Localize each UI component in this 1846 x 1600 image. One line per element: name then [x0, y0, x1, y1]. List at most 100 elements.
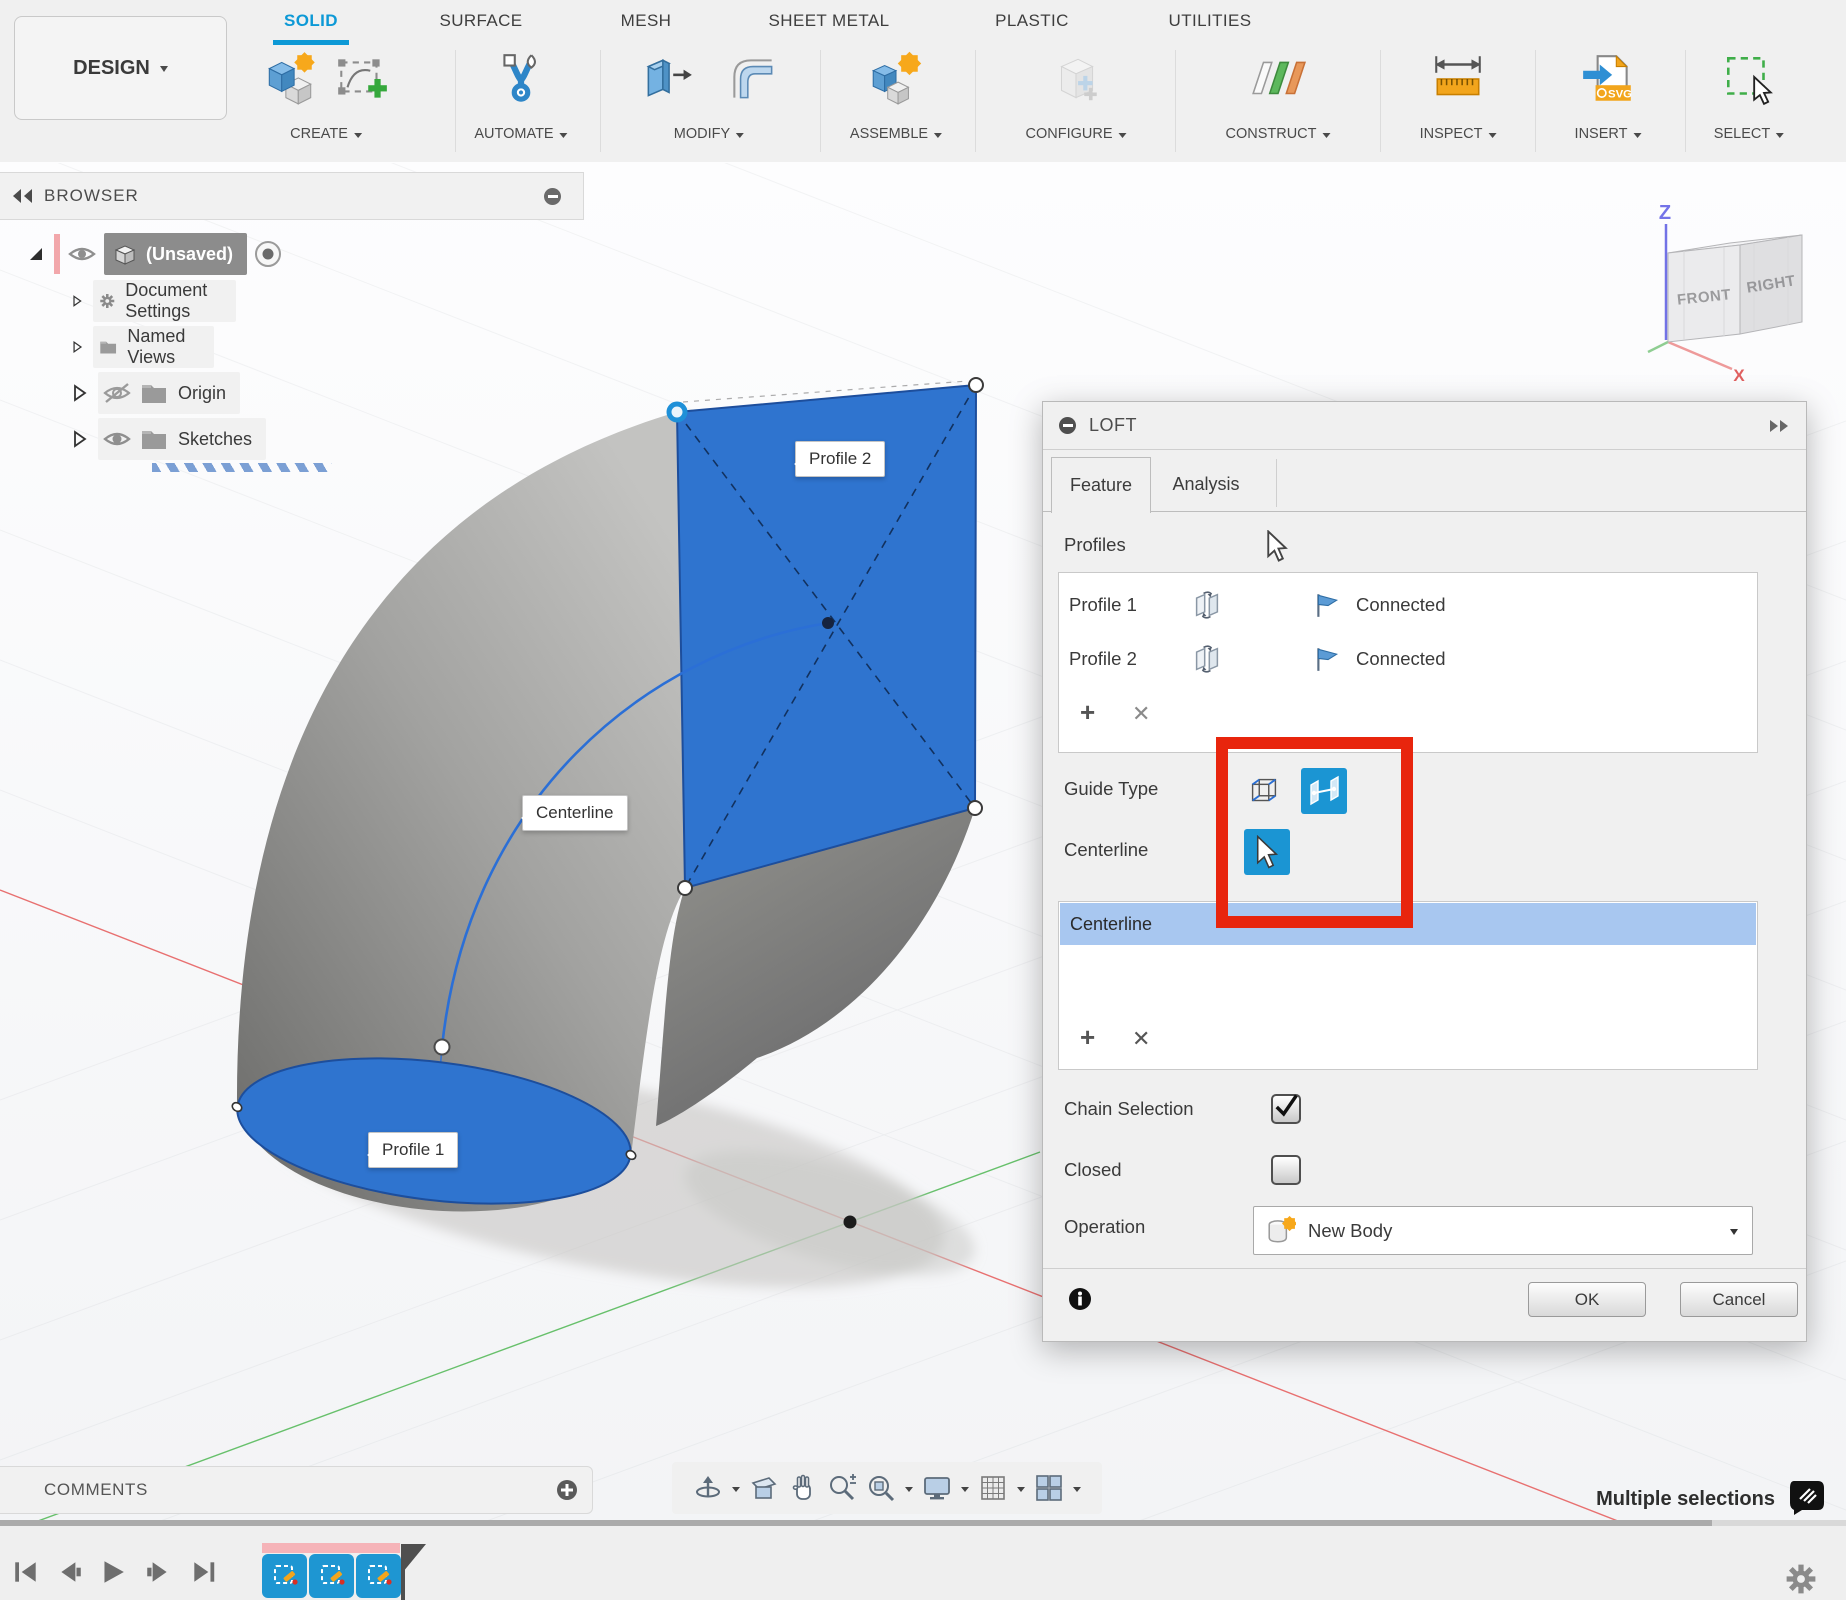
step-forward-button[interactable] — [144, 1558, 172, 1586]
chevron-down-icon — [1730, 1229, 1738, 1239]
chevron-down-icon[interactable] — [1073, 1487, 1081, 1496]
browser-item-sketches[interactable]: Sketches — [72, 418, 266, 460]
visibility-eye-icon[interactable] — [102, 427, 132, 451]
mouse-cursor-icon — [1265, 530, 1289, 562]
active-marker — [54, 234, 60, 274]
navigation-toolbar — [672, 1462, 1102, 1514]
display-settings-icon[interactable] — [922, 1473, 952, 1503]
profile-row[interactable]: Profile 1 Connected — [1069, 585, 1767, 625]
closed-checkbox[interactable] — [1271, 1155, 1301, 1185]
browser-item-origin[interactable]: Origin — [72, 372, 240, 414]
timeline-scrollbar[interactable] — [0, 1520, 1712, 1526]
cancel-button[interactable]: Cancel — [1680, 1282, 1798, 1317]
feedback-bubble-icon[interactable] — [1788, 1479, 1826, 1515]
info-icon[interactable] — [1068, 1287, 1092, 1311]
step-back-button[interactable] — [56, 1558, 84, 1586]
folder-icon — [140, 427, 168, 451]
collapse-panel-icon[interactable] — [10, 187, 36, 205]
connected-flag-icon — [1312, 645, 1342, 673]
browser-root-row[interactable]: (Unsaved) — [28, 233, 283, 275]
centerline-tag: Centerline — [522, 795, 628, 831]
flip-profile-icon[interactable] — [1192, 590, 1222, 620]
comments-bar[interactable]: COMMENTS — [0, 1466, 593, 1514]
activate-radio-icon[interactable] — [253, 239, 283, 269]
chevron-down-icon[interactable] — [732, 1487, 740, 1496]
viewports-icon[interactable] — [1034, 1473, 1064, 1503]
operation-label: Operation — [1064, 1216, 1145, 1238]
timeline-scroll-track — [1712, 1520, 1846, 1526]
viewcube-x-label: X — [1733, 366, 1745, 385]
zoom-icon[interactable] — [827, 1473, 857, 1503]
profile-1-tag: Profile 1 — [368, 1132, 458, 1168]
browser-item-named-views[interactable]: Named Views — [72, 326, 214, 368]
collapsed-arrow-icon[interactable] — [72, 338, 83, 356]
connected-flag-icon — [1312, 591, 1342, 619]
profile-row[interactable]: Profile 2 Connected — [1069, 639, 1767, 679]
expanded-wedge-icon[interactable] — [28, 245, 44, 263]
collapsed-arrow-icon[interactable] — [72, 292, 83, 310]
goto-start-button[interactable] — [12, 1558, 40, 1586]
annotation-highlight-box — [1216, 737, 1413, 928]
add-profile-button[interactable]: + — [1080, 701, 1095, 723]
sketch-feature-icon — [317, 1561, 347, 1591]
profiles-label: Profiles — [1064, 534, 1126, 556]
tab-analysis[interactable]: Analysis — [1151, 457, 1261, 512]
loft-dialog-titlebar[interactable]: LOFT — [1043, 402, 1806, 450]
timeline-sketch-feature[interactable] — [356, 1554, 401, 1598]
grid-settings-icon[interactable] — [978, 1473, 1008, 1503]
remove-profile-button[interactable]: ✕ — [1132, 703, 1150, 725]
add-comment-icon[interactable] — [556, 1479, 578, 1501]
ok-button[interactable]: OK — [1528, 1282, 1646, 1317]
goto-end-button[interactable] — [190, 1558, 218, 1586]
gear-settings-icon[interactable] — [1784, 1562, 1818, 1596]
chevron-down-icon[interactable] — [961, 1487, 969, 1496]
profiles-list[interactable]: Profile 1 Connected Profile 2 — [1058, 572, 1758, 753]
tab-feature[interactable]: Feature — [1051, 457, 1151, 513]
origin-point[interactable] — [844, 1216, 857, 1229]
profile-name: Profile 1 — [1069, 594, 1137, 616]
comments-label: COMMENTS — [44, 1480, 148, 1500]
look-at-icon[interactable] — [749, 1473, 779, 1503]
dialog-collapse-icon[interactable] — [1059, 417, 1076, 434]
timeline-rollback-bar[interactable] — [262, 1543, 400, 1553]
checkmark-icon — [1271, 1092, 1301, 1122]
pan-hand-icon[interactable] — [788, 1473, 818, 1503]
chevron-down-icon[interactable] — [905, 1487, 913, 1496]
orbit-icon[interactable] — [693, 1473, 723, 1503]
play-button[interactable] — [98, 1558, 126, 1586]
chain-selection-checkbox[interactable] — [1271, 1094, 1301, 1124]
timeline-playhead[interactable] — [400, 1542, 430, 1600]
timeline-bar — [0, 1520, 1846, 1600]
zoom-fit-icon[interactable] — [866, 1473, 896, 1503]
component-cube-icon — [112, 241, 138, 267]
visibility-eye-icon[interactable] — [68, 243, 96, 265]
profile-name: Profile 2 — [1069, 648, 1137, 670]
chevron-down-icon[interactable] — [1017, 1487, 1025, 1496]
visibility-off-icon[interactable] — [102, 381, 132, 405]
browser-item-document-settings[interactable]: Document Settings — [72, 280, 236, 322]
sketch-feature-icon — [270, 1561, 300, 1591]
dialog-title: LOFT — [1089, 415, 1137, 436]
browser-header: BROWSER — [0, 172, 584, 220]
timeline-sketch-feature[interactable] — [262, 1554, 307, 1598]
operation-value: New Body — [1308, 1220, 1392, 1242]
new-body-icon — [1266, 1216, 1296, 1246]
panel-minimize-icon[interactable] — [544, 188, 561, 205]
flip-profile-icon[interactable] — [1192, 644, 1222, 674]
viewcube-z-label: Z — [1659, 202, 1671, 224]
operation-dropdown[interactable]: New Body — [1253, 1206, 1753, 1255]
folder-icon — [140, 381, 168, 405]
root-component-chip[interactable]: (Unsaved) — [104, 233, 247, 275]
selection-status: Multiple selections — [1480, 1484, 1775, 1514]
add-centerline-button[interactable]: + — [1080, 1026, 1095, 1048]
timeline-sketch-feature[interactable] — [309, 1554, 354, 1598]
dialog-flyout-icon[interactable] — [1768, 418, 1792, 434]
remove-centerline-button[interactable]: ✕ — [1132, 1028, 1150, 1050]
chain-selection-label: Chain Selection — [1064, 1098, 1194, 1120]
dialog-tabbar: Feature Analysis — [1043, 449, 1806, 513]
sketch-feature-icon — [364, 1561, 394, 1591]
collapsed-arrow-icon[interactable] — [72, 384, 88, 402]
selection-dashes — [152, 463, 332, 472]
browser-title: BROWSER — [44, 186, 139, 206]
collapsed-arrow-icon[interactable] — [72, 430, 88, 448]
